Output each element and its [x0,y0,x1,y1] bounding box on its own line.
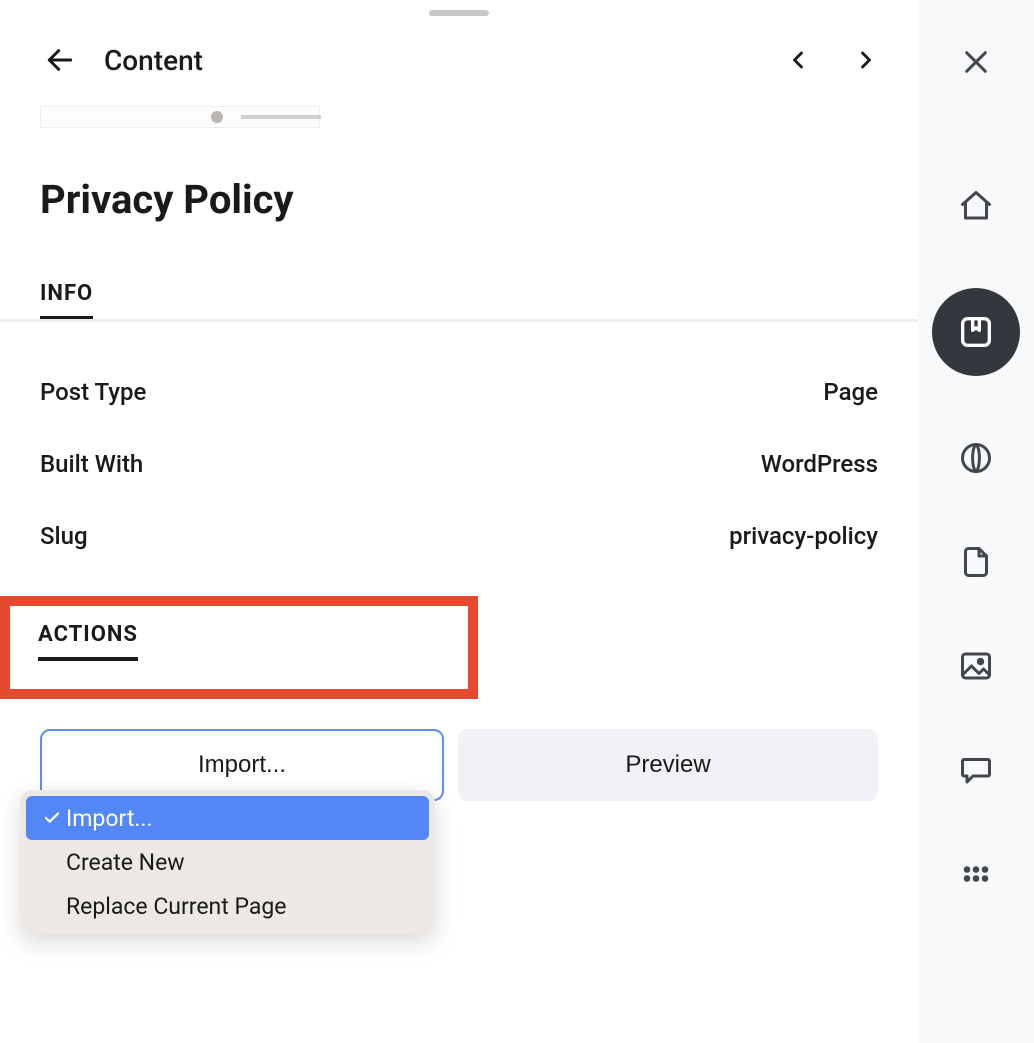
actions-buttons: Import... Preview [0,699,918,801]
dropdown-item-label: Create New [40,849,415,876]
dropdown-item-replace[interactable]: Replace Current Page [26,884,429,928]
panel-title: Content [104,44,778,77]
info-label: Post Type [40,378,146,406]
close-button[interactable] [954,40,998,84]
dropdown-item-label: Replace Current Page [40,893,415,920]
info-tab: INFO [40,281,878,320]
actions-tab-label[interactable]: ACTIONS [38,622,138,661]
link-icon [958,440,994,476]
sidebar-item-comment[interactable] [954,748,998,792]
sidebar-item-more[interactable] [954,852,998,896]
dropdown-item-import[interactable]: Import... [26,796,429,840]
sidebar-item-content[interactable] [932,288,1020,376]
drag-handle[interactable] [429,10,489,16]
page-thumbnail [0,106,918,128]
arrow-left-icon [44,44,76,76]
dropdown-item-label: Import... [64,805,415,832]
image-icon [958,648,994,684]
sidebar-item-link[interactable] [954,436,998,480]
check-icon [40,809,64,827]
info-label: Slug [40,522,88,550]
highlight-annotation: ACTIONS [0,596,478,699]
import-button-label: Import... [198,751,286,779]
comment-icon [958,752,994,788]
info-section: Post Type Page Built With WordPress Slug… [0,322,918,572]
more-grid-icon [958,856,994,892]
file-icon [958,544,994,580]
right-sidebar [918,0,1034,1043]
dropdown-item-create-new[interactable]: Create New [26,840,429,884]
import-dropdown[interactable]: Import... Create New Replace Current Pag… [20,790,435,934]
chevron-right-icon [852,46,880,74]
content-panel: Content Privacy Policy INFO Post Type Pa… [0,0,918,1043]
info-tab-label[interactable]: INFO [40,281,93,320]
close-icon [960,46,992,78]
info-row-post-type: Post Type Page [40,356,878,428]
preview-button[interactable]: Preview [458,729,878,801]
info-value: WordPress [761,450,878,478]
page-title: Privacy Policy [0,128,918,233]
info-label: Built With [40,450,143,478]
info-value: privacy-policy [729,522,878,550]
sidebar-item-home[interactable] [954,184,998,228]
next-button[interactable] [846,40,886,80]
prev-button[interactable] [778,40,818,80]
info-row-slug: Slug privacy-policy [40,500,878,572]
info-value: Page [823,378,878,406]
back-button[interactable] [40,40,80,80]
chevron-left-icon [784,46,812,74]
sidebar-item-image[interactable] [954,644,998,688]
bookmark-square-icon [956,312,996,352]
preview-button-label: Preview [625,751,710,779]
home-icon [958,188,994,224]
info-row-built-with: Built With WordPress [40,428,878,500]
sidebar-item-file[interactable] [954,540,998,584]
